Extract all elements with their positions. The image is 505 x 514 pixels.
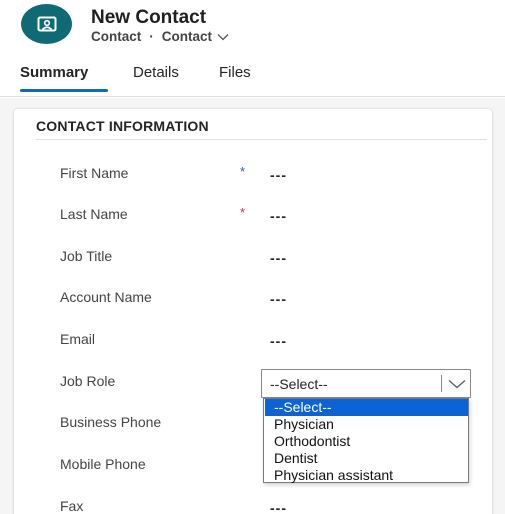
- active-tab-indicator: [20, 89, 108, 92]
- first-name-field[interactable]: ---: [270, 167, 287, 183]
- fax-field[interactable]: ---: [270, 500, 287, 514]
- section-title: CONTACT INFORMATION: [36, 118, 209, 134]
- account-name-label: Account Name: [60, 289, 152, 305]
- breadcrumb: Contact · Contact: [91, 29, 229, 44]
- tab-details[interactable]: Details: [133, 64, 179, 81]
- email-label: Email: [60, 331, 96, 347]
- job-title-label: Job Title: [60, 248, 113, 264]
- tab-bar: Summary Details Files: [0, 56, 505, 97]
- form-selector-label: Contact: [161, 29, 212, 44]
- job-title-field[interactable]: ---: [270, 250, 287, 266]
- select-separator: [441, 375, 442, 392]
- chevron-down-icon: [448, 380, 466, 389]
- option-physician-assistant[interactable]: Physician assistant: [265, 467, 468, 484]
- first-name-label: First Name: [60, 165, 129, 181]
- account-name-field[interactable]: ---: [270, 291, 287, 307]
- mobile-phone-label: Mobile Phone: [60, 456, 146, 472]
- required-marker: *: [240, 205, 246, 220]
- email-field[interactable]: ---: [270, 333, 287, 349]
- job-role-options-list: --Select-- Physician Orthodontist Dentis…: [263, 398, 469, 483]
- breadcrumb-separator: ·: [149, 29, 154, 44]
- option-select-placeholder[interactable]: --Select--: [265, 399, 468, 416]
- option-physician[interactable]: Physician: [265, 416, 468, 433]
- record-header: New Contact Contact · Contact: [0, 0, 505, 56]
- job-role-label: Job Role: [60, 373, 116, 389]
- option-orthodontist[interactable]: Orthodontist: [265, 433, 468, 450]
- fax-label: Fax: [60, 498, 84, 514]
- chevron-down-icon: [217, 33, 229, 40]
- option-dentist[interactable]: Dentist: [265, 450, 468, 467]
- job-role-selected-value: --Select--: [270, 376, 328, 392]
- avatar: [21, 4, 72, 44]
- tab-files[interactable]: Files: [219, 64, 251, 81]
- tab-summary[interactable]: Summary: [20, 64, 88, 81]
- last-name-field[interactable]: ---: [270, 208, 287, 224]
- recommended-marker: *: [240, 164, 246, 179]
- form-selector[interactable]: Contact: [162, 29, 229, 44]
- last-name-label: Last Name: [60, 206, 128, 222]
- section-divider: [36, 139, 487, 140]
- breadcrumb-entity: Contact: [91, 29, 142, 44]
- contact-card-icon: [37, 16, 56, 32]
- business-phone-label: Business Phone: [60, 414, 162, 430]
- page-title: New Contact: [91, 7, 207, 28]
- job-role-select[interactable]: --Select--: [261, 369, 471, 398]
